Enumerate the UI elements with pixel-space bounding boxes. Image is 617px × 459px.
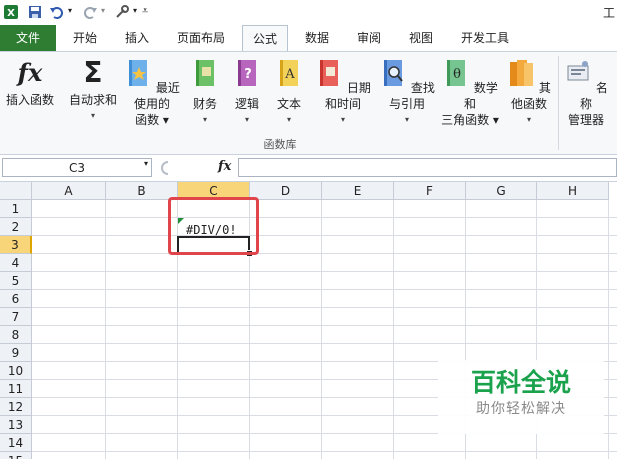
row-header-12[interactable]: 12 (0, 398, 32, 416)
column-header-d[interactable]: D (250, 182, 322, 200)
tab-review[interactable]: 审阅 (346, 25, 392, 51)
tab-page-layout[interactable]: 页面布局 (168, 25, 234, 51)
row-header-14[interactable]: 14 (0, 434, 32, 452)
row-header-5[interactable]: 5 (0, 272, 32, 290)
save-icon[interactable] (27, 4, 43, 20)
column-header-a[interactable]: A (32, 182, 106, 200)
column-header-f[interactable]: F (394, 182, 466, 200)
financial-button[interactable]: 财务 ▾ (187, 58, 223, 128)
ribbon-tab-bar: 文件 开始 插入 页面布局 公式 数据 审阅 视图 开发工具 (0, 25, 617, 51)
row-gridline (32, 289, 617, 290)
tab-formulas[interactable]: 公式 (242, 25, 288, 51)
app-title: 工 (602, 6, 615, 20)
formula-bar-splitter-icon[interactable] (160, 160, 182, 176)
fx-icon: fx (17, 58, 43, 87)
formula-bar: C3 ▾ fx (0, 155, 617, 182)
ribbon-group-label: 函数库 (263, 138, 297, 151)
row-header-2[interactable]: 2 (0, 218, 32, 236)
insert-function-fx-icon[interactable]: fx (218, 159, 231, 174)
formula-input[interactable] (238, 158, 617, 177)
redo-dropdown-icon[interactable]: ▾ (101, 6, 105, 15)
tab-insert[interactable]: 插入 (114, 25, 160, 51)
row-gridline (32, 307, 617, 308)
row-header-3[interactable]: 3 (0, 236, 32, 254)
row-header-11[interactable]: 11 (0, 380, 32, 398)
text-book-icon: A (280, 60, 298, 86)
select-all-corner[interactable] (0, 182, 32, 200)
tab-home[interactable]: 开始 (62, 25, 108, 51)
watermark: 百科全说 助你轻松解决 (438, 360, 604, 434)
excel-logo-icon: X (4, 5, 18, 19)
date-time-button[interactable]: 日期和时间 ▾ (310, 58, 376, 128)
watermark-subtitle: 助你轻松解决 (476, 401, 566, 417)
row-gridline (32, 253, 617, 254)
row-header-13[interactable]: 13 (0, 416, 32, 434)
text-functions-button[interactable]: A 文本 ▾ (271, 58, 307, 128)
sigma-icon: Σ (83, 56, 103, 89)
row-header-6[interactable]: 6 (0, 290, 32, 308)
row-gridline (32, 451, 617, 452)
lookup-reference-button[interactable]: 查找与引用 ▾ (376, 58, 438, 128)
row-header-1[interactable]: 1 (0, 200, 32, 218)
column-header-e[interactable]: E (322, 182, 394, 200)
row-gridline (32, 217, 617, 218)
column-gridline (393, 200, 394, 459)
row-gridline (32, 271, 617, 272)
column-gridline (608, 200, 609, 459)
autosum-button[interactable]: Σ 自动求和 ▾ (66, 58, 120, 124)
math-trig-button[interactable]: θ 数学和 三角函数 ▾ (440, 58, 500, 128)
svg-text:?: ? (244, 67, 252, 82)
row-header-8[interactable]: 8 (0, 326, 32, 344)
column-gridline (105, 200, 106, 459)
insert-function-button[interactable]: fx 插入函数 (2, 58, 58, 108)
row-header-9[interactable]: 9 (0, 344, 32, 362)
tab-view[interactable]: 视图 (398, 25, 444, 51)
column-header-g[interactable]: G (466, 182, 537, 200)
name-manager-button[interactable]: 名称 管理器 (562, 58, 610, 128)
logical-button[interactable]: ? 逻辑 ▾ (229, 58, 265, 128)
more-book-icon (510, 60, 534, 86)
name-manager-icon (567, 61, 589, 81)
tab-developer[interactable]: 开发工具 (452, 25, 518, 51)
undo-dropdown-icon[interactable]: ▾ (68, 6, 72, 15)
annotation-highlight-box (168, 197, 259, 255)
column-gridline (321, 200, 322, 459)
recent-book-icon (129, 60, 148, 86)
column-header-b[interactable]: B (106, 182, 178, 200)
finance-book-icon (196, 60, 214, 86)
svg-text:θ: θ (453, 67, 461, 82)
redo-icon[interactable] (82, 4, 98, 20)
lookup-book-icon (384, 60, 403, 86)
column-header-h[interactable]: H (537, 182, 609, 200)
tools-dropdown-icon[interactable]: ▾ (133, 6, 137, 15)
quick-access-toolbar: X ▾ ▾ ▾ ⩡ 工 (0, 0, 617, 25)
row-header-10[interactable]: 10 (0, 362, 32, 380)
math-book-icon: θ (447, 60, 466, 86)
row-header-4[interactable]: 4 (0, 254, 32, 272)
recent-functions-button[interactable]: 最近使用的 函数 ▾ (120, 58, 184, 128)
tools-icon[interactable] (114, 4, 130, 20)
name-box[interactable]: C3 (2, 158, 152, 177)
logic-book-icon: ? (238, 60, 256, 86)
customize-icon[interactable]: ⩡ (142, 4, 148, 18)
row-header-7[interactable]: 7 (0, 308, 32, 326)
tab-file[interactable]: 文件 (0, 25, 56, 51)
row-gridline (32, 343, 617, 344)
tab-data[interactable]: 数据 (294, 25, 340, 51)
name-box-dropdown-icon[interactable]: ▾ (144, 159, 148, 168)
svg-text:X: X (7, 8, 15, 19)
ribbon-formulas: fx 插入函数 Σ 自动求和 ▾ 最近使用的 函数 ▾ 财务 ▾ ? 逻辑 ▾ … (0, 51, 617, 155)
more-functions-button[interactable]: 其他函数 ▾ (502, 58, 556, 128)
undo-icon[interactable] (49, 4, 65, 20)
date-book-icon (320, 60, 339, 86)
row-gridline (32, 325, 617, 326)
svg-text:A: A (284, 67, 295, 82)
watermark-title: 百科全说 (470, 368, 571, 397)
row-gridline (32, 235, 617, 236)
row-header-15[interactable]: 15 (0, 452, 32, 459)
